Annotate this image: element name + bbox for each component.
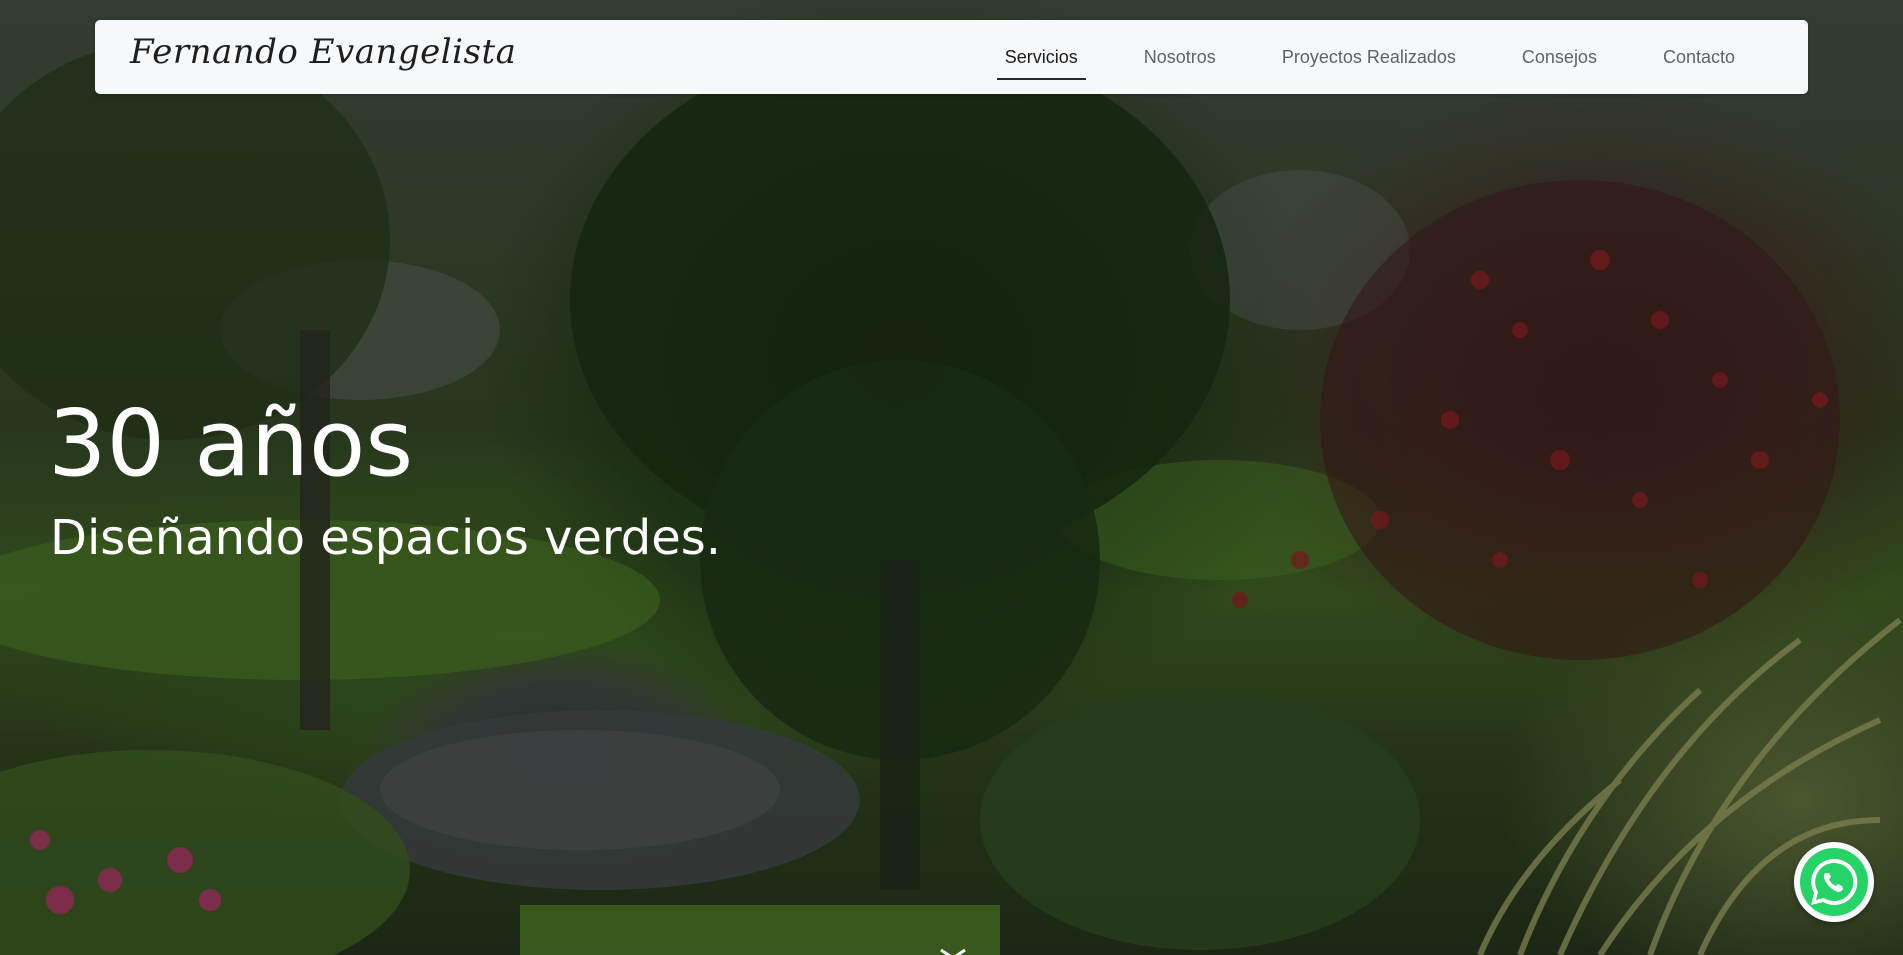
hero-title: 30 años bbox=[48, 390, 414, 497]
scroll-down-button[interactable] bbox=[938, 945, 968, 955]
hero-section: Fernando Evangelista Servicios Nosotros … bbox=[0, 0, 1903, 955]
chevron-down-icon bbox=[940, 948, 966, 955]
whatsapp-icon bbox=[1800, 848, 1868, 916]
nav-item-contacto[interactable]: Contacto bbox=[1630, 20, 1768, 94]
hero-subtitle: Diseñando espacios verdes. bbox=[50, 510, 722, 566]
whatsapp-button[interactable] bbox=[1794, 842, 1874, 922]
top-navbar: Fernando Evangelista Servicios Nosotros … bbox=[95, 20, 1808, 94]
nav-item-nosotros[interactable]: Nosotros bbox=[1111, 20, 1249, 94]
brand-logo[interactable]: Fernando Evangelista bbox=[130, 32, 516, 72]
nav-item-consejos[interactable]: Consejos bbox=[1489, 20, 1630, 94]
nav-menu: Servicios Nosotros Proyectos Realizados … bbox=[972, 20, 1768, 94]
nav-item-servicios[interactable]: Servicios bbox=[972, 20, 1111, 94]
nav-item-proyectos-realizados[interactable]: Proyectos Realizados bbox=[1249, 20, 1489, 94]
